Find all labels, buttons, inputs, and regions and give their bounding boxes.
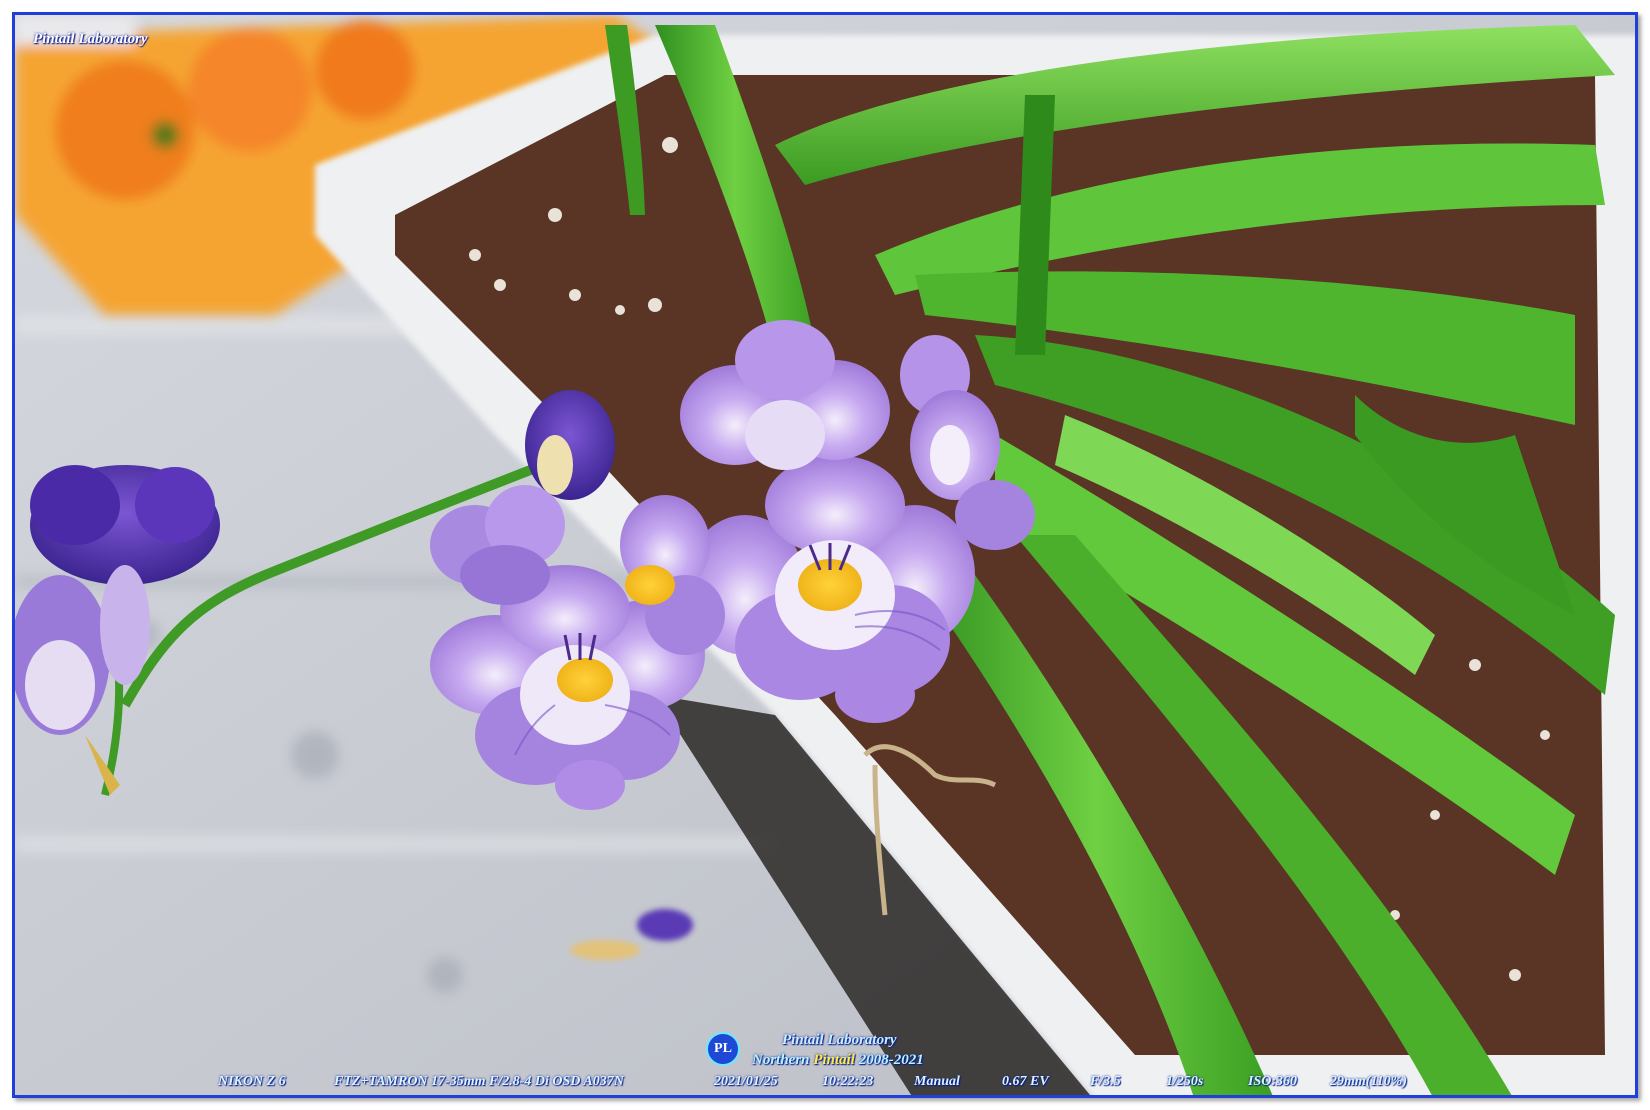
exif-camera: NIKON Z 6 xyxy=(218,1074,286,1089)
exif-iso: ISO:360 xyxy=(1248,1074,1298,1089)
exif-ev: 0.67 EV xyxy=(1002,1074,1049,1089)
purple-bud xyxy=(525,390,615,500)
exif-lens: FTZ+TAMRON 17-35mm F/2.8-4 Di OSD A037N xyxy=(334,1074,624,1089)
exif-shutter: 1/250s xyxy=(1166,1074,1204,1089)
photo: Pintail Laboratory xyxy=(12,12,1638,1098)
watermark-years: 2008-2021 xyxy=(854,1052,924,1068)
freesia-photo-illustration xyxy=(15,15,1635,1095)
watermark-top-left: Pintail Laboratory xyxy=(33,31,148,47)
watermark-center-subtitle: Northern Pintail 2008-2021 xyxy=(752,1052,924,1069)
exif-date: 2021/01/25 xyxy=(714,1074,778,1089)
exif-aperture: F/3.5 xyxy=(1090,1074,1121,1089)
exif-time: 10:22:23 xyxy=(822,1074,874,1089)
watermark-highlight: Pintail xyxy=(813,1052,855,1068)
exif-focal: 29mm(110%) xyxy=(1330,1074,1407,1089)
pintail-logo-icon: PL xyxy=(706,1032,740,1066)
photo-frame: Pintail Laboratory PL Pintail Laboratory… xyxy=(0,0,1650,1110)
watermark-prefix: Northern xyxy=(752,1052,814,1068)
exif-mode: Manual xyxy=(914,1074,960,1089)
watermark-center-title: Pintail Laboratory xyxy=(782,1032,897,1048)
